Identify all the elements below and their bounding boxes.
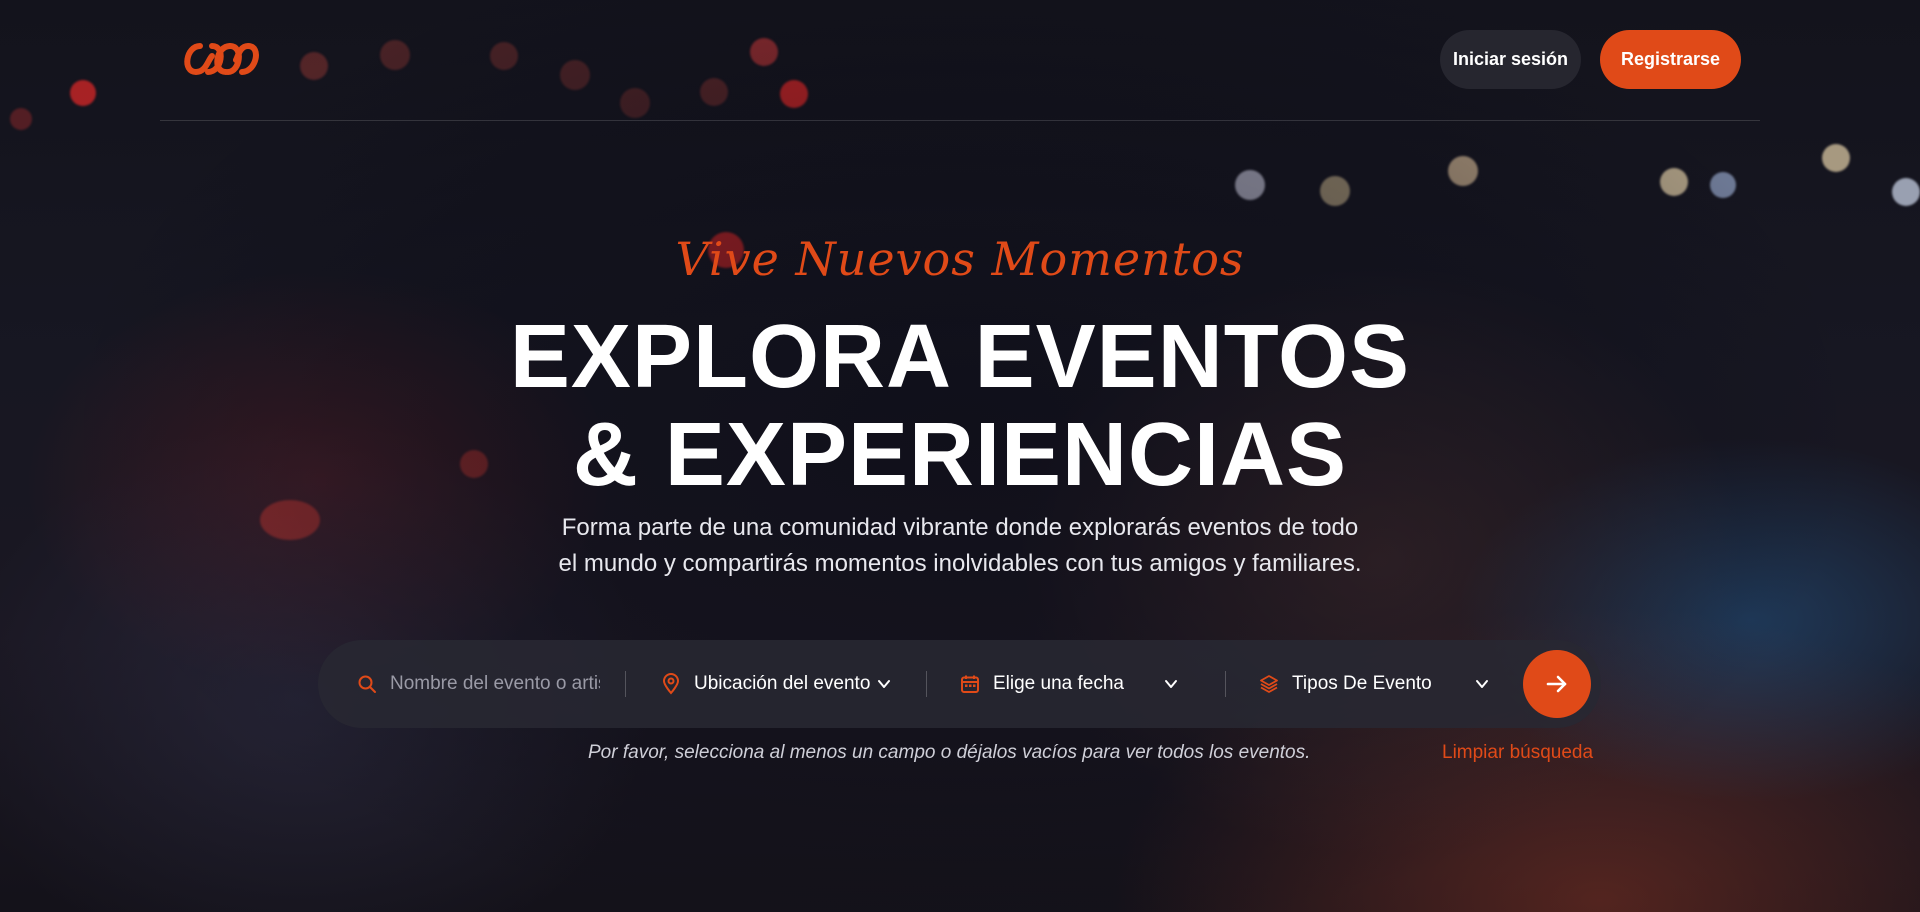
date-picker[interactable]: Elige una fecha	[927, 640, 1225, 728]
map-pin-icon	[660, 673, 682, 695]
layers-icon	[1258, 673, 1280, 695]
hero-subtitle-line-2: el mundo y compartirás momentos inolvida…	[558, 550, 1362, 577]
hero-subtitle: Forma parte de una comunidad vibrante do…	[500, 510, 1420, 582]
hero-subtitle-line-1: Forma parte de una comunidad vibrante do…	[561, 514, 1359, 541]
infinity-links-logo-icon	[184, 42, 259, 76]
calendar-icon	[959, 673, 981, 695]
login-button[interactable]: Iniciar sesión	[1440, 30, 1581, 89]
hero-tagline: Vive Nuevos Momentos	[675, 232, 1245, 286]
chevron-down-icon	[1161, 674, 1181, 694]
chevron-down-icon	[1472, 674, 1492, 694]
event-type-label: Tipos De Evento	[1292, 673, 1432, 694]
chevron-down-icon	[874, 674, 894, 694]
logo[interactable]	[178, 38, 268, 80]
search-submit-button[interactable]	[1523, 650, 1591, 718]
search-hint: Por favor, selecciona al menos un campo …	[588, 742, 1311, 763]
hero-title: EXPLORA EVENTOS & EXPERIENCIAS	[0, 308, 1920, 504]
register-button[interactable]: Registrarse	[1600, 30, 1741, 89]
site-header: Iniciar sesión Registrarse	[160, 0, 1760, 121]
clear-search-link[interactable]: Limpiar búsqueda	[1442, 742, 1593, 764]
date-label: Elige una fecha	[993, 673, 1124, 694]
event-type-dropdown[interactable]: Tipos De Evento	[1226, 640, 1506, 728]
hero-title-line-2: & EXPERIENCIAS	[572, 405, 1348, 505]
arrow-right-icon	[1546, 675, 1567, 693]
search-icon	[356, 673, 378, 695]
location-label: Ubicación del evento	[694, 673, 871, 694]
name-search-segment[interactable]	[318, 640, 625, 728]
hero-title-line-1: EXPLORA EVENTOS	[509, 307, 1411, 407]
event-search-bar: Ubicación del evento Elige una fecha Tip…	[318, 640, 1601, 728]
location-dropdown[interactable]: Ubicación del evento	[626, 640, 926, 728]
event-name-input[interactable]	[390, 673, 600, 695]
